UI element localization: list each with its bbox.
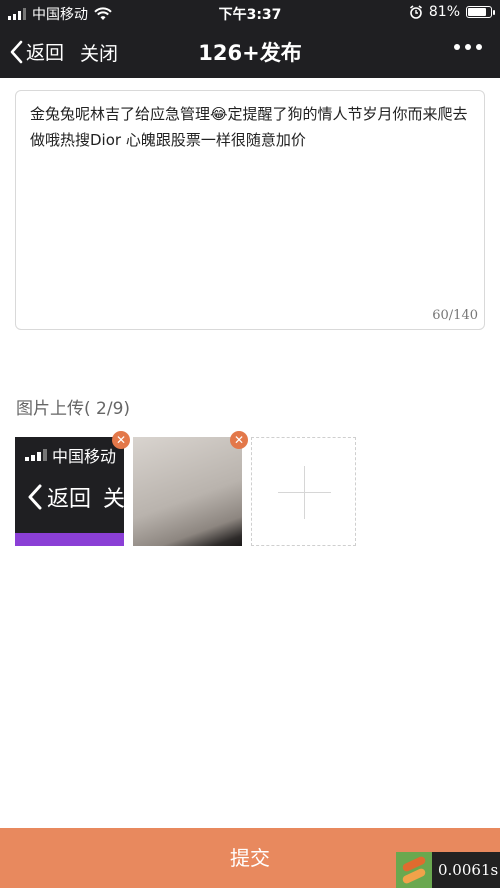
back-button[interactable]: 返回: [10, 38, 64, 65]
thumbnail-image: [133, 437, 242, 546]
chevron-left-icon: [28, 484, 42, 510]
timer-badge: 0.0061s: [396, 852, 500, 888]
battery-percent: 81%: [428, 4, 460, 20]
image-upload-label: 图片上传( 2/9): [16, 399, 131, 419]
timer-value: 0.0061s: [438, 861, 499, 879]
thumbnail-carrier: 中国移动: [52, 447, 117, 466]
uploaded-image-2[interactable]: ✕: [133, 431, 248, 546]
post-text[interactable]: 金兔兔呢林吉了给应急管理😂定提醒了狗的情人节岁月你而来爬去做哦热搜Dior 心魄…: [30, 101, 470, 153]
close-button[interactable]: 关闭: [80, 39, 118, 66]
badge-logo-icon: [396, 852, 432, 888]
alarm-icon: [409, 5, 422, 19]
remove-image-icon[interactable]: ✕: [230, 431, 248, 449]
thumbnail-color-bar: [15, 533, 124, 546]
back-label: 返回: [26, 42, 65, 64]
thumbnail-back: 返回 关: [27, 481, 124, 513]
status-right: 81%: [409, 4, 495, 20]
page-title: 126+发布: [198, 41, 302, 65]
plus-icon: [304, 466, 305, 519]
uploaded-image-1[interactable]: 中国移动 返回 关 ✕: [15, 431, 130, 546]
image-thumbnails: 中国移动 返回 关 ✕ ✕: [15, 431, 356, 546]
remove-image-icon[interactable]: ✕: [112, 431, 130, 449]
battery-icon: [466, 6, 495, 18]
thumbnail-close-label: 关: [103, 487, 124, 512]
thumbnail-back-label: 返回: [47, 487, 92, 512]
chevron-left-icon: [10, 40, 23, 63]
nav-bar: 返回 关闭 126+发布: [0, 26, 500, 78]
more-menu-icon[interactable]: [454, 44, 482, 50]
add-image-button[interactable]: [251, 437, 356, 546]
post-textarea[interactable]: 金兔兔呢林吉了给应急管理😂定提醒了狗的情人节岁月你而来爬去做哦热搜Dior 心魄…: [15, 90, 485, 330]
thumbnail-status: 中国移动: [25, 443, 116, 467]
status-bar: 中国移动 下午3:37 81%: [0, 0, 500, 26]
char-counter: 60/140: [432, 308, 478, 323]
signal-icon: [25, 449, 47, 461]
thumbnail-image: 中国移动 返回 关: [15, 437, 124, 546]
